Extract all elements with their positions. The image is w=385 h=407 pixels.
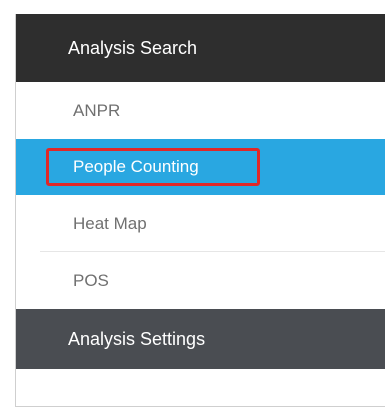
analysis-sidebar: Analysis Search ANPR People Counting Hea… [15, 14, 385, 407]
menu-item-label: POS [73, 270, 109, 290]
analysis-search-header-label: Analysis Search [68, 37, 198, 58]
menu-item-label: Heat Map [73, 213, 147, 233]
menu-item-pos[interactable]: POS [16, 252, 385, 309]
analysis-settings-header-label: Analysis Settings [68, 328, 206, 349]
menu-item-heat-map[interactable]: Heat Map [16, 195, 385, 252]
analysis-search-header[interactable]: Analysis Search [16, 14, 385, 82]
menu-item-people-counting[interactable]: People Counting [16, 139, 385, 195]
menu-item-anpr[interactable]: ANPR [16, 82, 385, 139]
menu-item-label: People Counting [73, 157, 199, 176]
menu-item-label: ANPR [73, 100, 121, 120]
analysis-search-menu: ANPR People Counting Heat Map POS [16, 82, 385, 309]
analysis-settings-header[interactable]: Analysis Settings [16, 309, 385, 369]
